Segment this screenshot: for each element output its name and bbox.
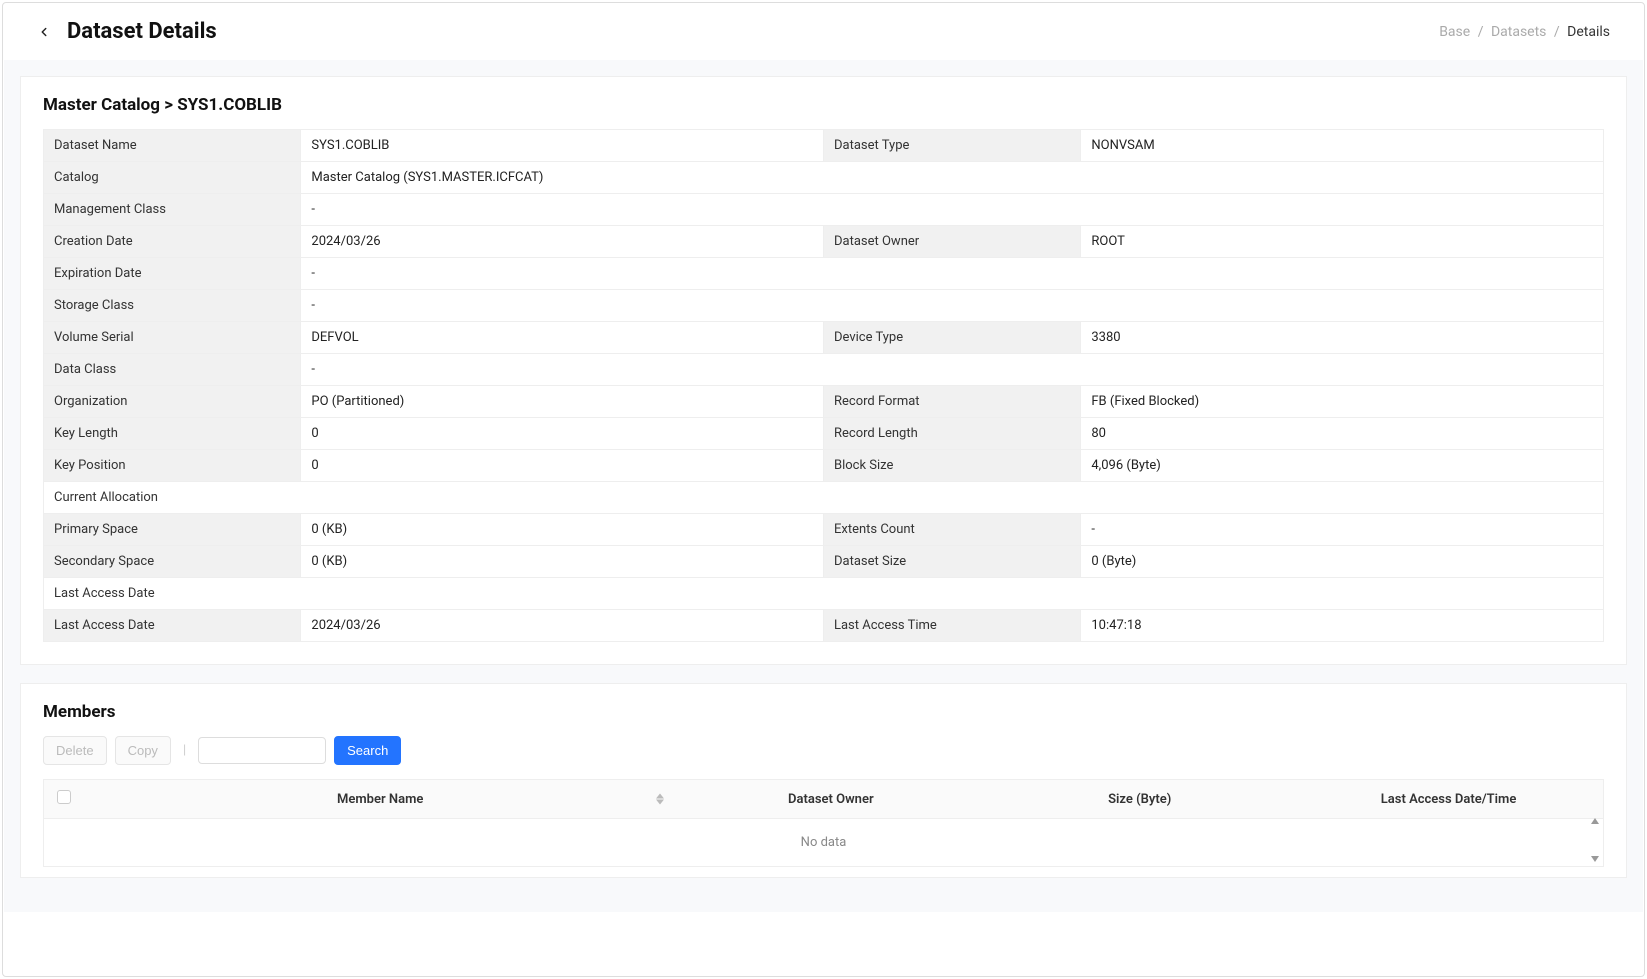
members-toolbar: Delete Copy | Search (43, 736, 1604, 765)
label-last-access-date: Last Access Date (44, 610, 301, 642)
column-checkbox (44, 780, 84, 819)
members-table: Member Name Dataset Owner Size (Byte) La… (44, 780, 1603, 866)
toolbar-separator: | (183, 743, 186, 758)
search-input[interactable] (198, 737, 326, 764)
select-all-checkbox[interactable] (57, 790, 71, 804)
section-last-access: Last Access Date (44, 578, 1604, 610)
value-last-access-date: 2024/03/26 (301, 610, 824, 642)
label-last-access-time: Last Access Time (823, 610, 1080, 642)
value-primary-space: 0 (KB) (301, 514, 824, 546)
back-button[interactable] (37, 25, 51, 39)
value-management-class: - (301, 194, 1604, 226)
header-bar: Dataset Details Base / Datasets / Detail… (3, 3, 1644, 60)
label-catalog: Catalog (44, 162, 301, 194)
label-organization: Organization (44, 386, 301, 418)
column-member-name[interactable]: Member Name (84, 780, 676, 819)
value-dataset-name: SYS1.COBLIB (301, 130, 824, 162)
value-data-class: - (301, 354, 1604, 386)
members-panel: Members Delete Copy | Search (20, 683, 1627, 878)
section-current-allocation: Current Allocation (44, 482, 1604, 514)
value-dataset-type: NONVSAM (1081, 130, 1604, 162)
value-key-length: 0 (301, 418, 824, 450)
table-scrollbar[interactable] (1589, 816, 1601, 864)
breadcrumb-datasets[interactable]: Datasets (1491, 24, 1546, 40)
breadcrumb-base[interactable]: Base (1439, 24, 1470, 40)
scroll-up-icon[interactable] (1591, 818, 1599, 824)
value-dataset-size: 0 (Byte) (1081, 546, 1604, 578)
label-primary-space: Primary Space (44, 514, 301, 546)
breadcrumb-separator: / (1554, 24, 1560, 40)
value-record-length: 80 (1081, 418, 1604, 450)
value-last-access-time: 10:47:18 (1081, 610, 1604, 642)
value-creation-date: 2024/03/26 (301, 226, 824, 258)
label-record-length: Record Length (823, 418, 1080, 450)
label-volume-serial: Volume Serial (44, 322, 301, 354)
value-volume-serial: DEFVOL (301, 322, 824, 354)
value-extents-count: - (1081, 514, 1604, 546)
label-dataset-owner: Dataset Owner (823, 226, 1080, 258)
label-expiration-date: Expiration Date (44, 258, 301, 290)
label-dataset-type: Dataset Type (823, 130, 1080, 162)
breadcrumb-separator: / (1478, 24, 1484, 40)
value-storage-class: - (301, 290, 1604, 322)
label-management-class: Management Class (44, 194, 301, 226)
no-data-row: No data (44, 819, 1603, 867)
value-block-size: 4,096 (Byte) (1081, 450, 1604, 482)
page-title: Dataset Details (67, 19, 217, 44)
label-key-position: Key Position (44, 450, 301, 482)
column-member-name-label: Member Name (337, 792, 423, 807)
label-record-format: Record Format (823, 386, 1080, 418)
chevron-left-icon (37, 25, 51, 39)
column-last-access[interactable]: Last Access Date/Time (1294, 780, 1603, 819)
label-device-type: Device Type (823, 322, 1080, 354)
members-title: Members (43, 702, 1604, 722)
members-table-wrap: Member Name Dataset Owner Size (Byte) La… (43, 779, 1604, 867)
sort-icon[interactable] (656, 794, 664, 805)
label-dataset-size: Dataset Size (823, 546, 1080, 578)
value-catalog: Master Catalog (SYS1.MASTER.ICFCAT) (301, 162, 1604, 194)
label-key-length: Key Length (44, 418, 301, 450)
search-button[interactable]: Search (334, 736, 401, 765)
value-organization: PO (Partitioned) (301, 386, 824, 418)
value-record-format: FB (Fixed Blocked) (1081, 386, 1604, 418)
label-extents-count: Extents Count (823, 514, 1080, 546)
label-block-size: Block Size (823, 450, 1080, 482)
column-size[interactable]: Size (Byte) (985, 780, 1294, 819)
value-expiration-date: - (301, 258, 1604, 290)
label-dataset-name: Dataset Name (44, 130, 301, 162)
detail-table: Dataset Name SYS1.COBLIB Dataset Type NO… (43, 129, 1604, 642)
copy-button[interactable]: Copy (115, 736, 171, 765)
column-dataset-owner[interactable]: Dataset Owner (676, 780, 985, 819)
value-key-position: 0 (301, 450, 824, 482)
breadcrumb: Base / Datasets / Details (1439, 24, 1610, 40)
label-storage-class: Storage Class (44, 290, 301, 322)
breadcrumb-details: Details (1567, 24, 1610, 40)
label-creation-date: Creation Date (44, 226, 301, 258)
label-secondary-space: Secondary Space (44, 546, 301, 578)
label-data-class: Data Class (44, 354, 301, 386)
panel-title: Master Catalog > SYS1.COBLIB (43, 95, 1604, 115)
details-panel: Master Catalog > SYS1.COBLIB Dataset Nam… (20, 76, 1627, 665)
value-device-type: 3380 (1081, 322, 1604, 354)
scroll-down-icon[interactable] (1591, 856, 1599, 862)
value-dataset-owner: ROOT (1081, 226, 1604, 258)
value-secondary-space: 0 (KB) (301, 546, 824, 578)
delete-button[interactable]: Delete (43, 736, 107, 765)
